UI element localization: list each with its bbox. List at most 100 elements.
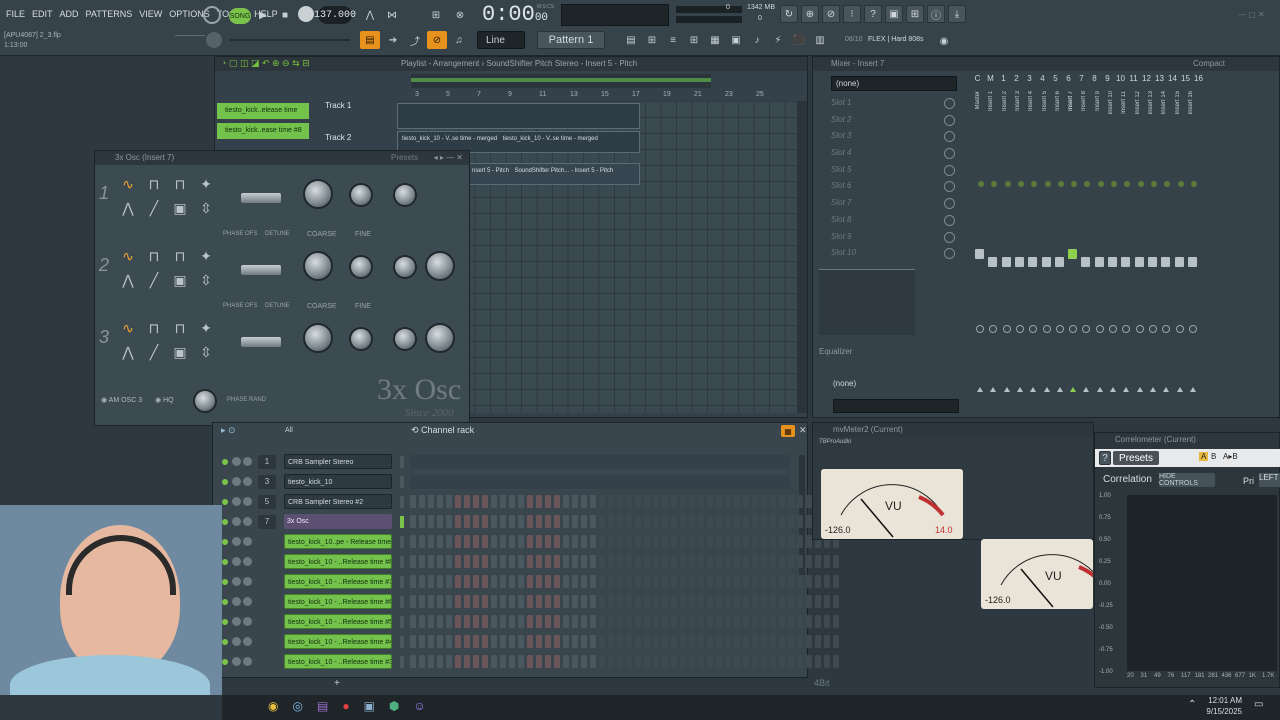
step-button[interactable] bbox=[572, 515, 578, 528]
step-button[interactable] bbox=[608, 615, 614, 628]
channel-name-button[interactable]: tiesto_kick_10 - ..Release time #5 bbox=[284, 614, 392, 629]
step-button[interactable] bbox=[626, 615, 632, 628]
step-button[interactable] bbox=[680, 615, 686, 628]
step-button[interactable] bbox=[716, 535, 722, 548]
step-button[interactable] bbox=[554, 515, 560, 528]
step-button[interactable] bbox=[743, 495, 749, 508]
stop-icon[interactable]: ■ bbox=[276, 6, 294, 24]
strip-name[interactable]: Insert 7 bbox=[1068, 91, 1074, 111]
strip-pan-knob[interactable] bbox=[1069, 325, 1078, 333]
strip-pan-knob[interactable] bbox=[1148, 325, 1157, 333]
channel-mixer-track[interactable]: 1 bbox=[258, 455, 276, 469]
strip-pan-knob[interactable] bbox=[1122, 325, 1131, 333]
step-button[interactable] bbox=[536, 515, 542, 528]
step-button[interactable] bbox=[662, 495, 668, 508]
step-button[interactable] bbox=[716, 575, 722, 588]
step-button[interactable] bbox=[473, 595, 479, 608]
step-button[interactable] bbox=[815, 595, 821, 608]
step-button[interactable] bbox=[599, 575, 605, 588]
step-button[interactable] bbox=[464, 555, 470, 568]
step-button[interactable] bbox=[491, 495, 497, 508]
step-button[interactable] bbox=[590, 615, 596, 628]
step-button[interactable] bbox=[545, 595, 551, 608]
strip-fader[interactable] bbox=[1134, 257, 1144, 267]
channel-select-led[interactable] bbox=[400, 536, 404, 548]
channel-vol-knob[interactable] bbox=[243, 497, 252, 506]
step-button[interactable] bbox=[626, 595, 632, 608]
step-button[interactable] bbox=[545, 535, 551, 548]
strip-fader[interactable] bbox=[1108, 257, 1117, 267]
step-button[interactable] bbox=[563, 515, 569, 528]
step-button[interactable] bbox=[824, 575, 830, 588]
menu-patterns[interactable]: PATTERNS bbox=[86, 9, 133, 19]
step-button[interactable] bbox=[410, 615, 416, 628]
view-icon-8[interactable]: ⬛ bbox=[790, 31, 808, 49]
menu-view[interactable]: VIEW bbox=[139, 9, 162, 19]
channel-select-led[interactable] bbox=[400, 556, 404, 568]
fx-slot[interactable]: Slot 6 bbox=[819, 178, 963, 195]
countdown-icon[interactable]: ⋈ bbox=[382, 6, 402, 24]
step-button[interactable] bbox=[482, 655, 488, 668]
step-button[interactable] bbox=[626, 555, 632, 568]
step-button[interactable] bbox=[734, 555, 740, 568]
fx-slot-mix-knob[interactable] bbox=[944, 198, 955, 210]
step-button[interactable] bbox=[518, 615, 524, 628]
step-button[interactable] bbox=[437, 575, 443, 588]
step-button[interactable] bbox=[752, 495, 758, 508]
step-button[interactable] bbox=[779, 655, 785, 668]
step-button[interactable] bbox=[509, 635, 515, 648]
channel-pan-knob[interactable] bbox=[232, 617, 241, 626]
step-button[interactable] bbox=[617, 535, 623, 548]
step-button[interactable] bbox=[554, 615, 560, 628]
step-button[interactable] bbox=[626, 635, 632, 648]
step-button[interactable] bbox=[464, 615, 470, 628]
step-button[interactable] bbox=[437, 535, 443, 548]
step-button[interactable] bbox=[797, 615, 803, 628]
channel-name-button[interactable]: 3x Osc bbox=[284, 514, 392, 529]
strip-send-indicator[interactable] bbox=[1164, 181, 1171, 187]
step-button[interactable] bbox=[563, 635, 569, 648]
step-button[interactable] bbox=[761, 575, 767, 588]
step-button[interactable] bbox=[518, 575, 524, 588]
step-button[interactable] bbox=[500, 575, 506, 588]
step-button[interactable] bbox=[806, 635, 812, 648]
step-button[interactable] bbox=[446, 615, 452, 628]
strip-fader[interactable] bbox=[1014, 257, 1024, 267]
strip-route-arrow[interactable] bbox=[1083, 387, 1090, 392]
step-button[interactable] bbox=[698, 495, 704, 508]
step-button[interactable] bbox=[536, 575, 542, 588]
step-button[interactable] bbox=[617, 655, 623, 668]
step-button[interactable] bbox=[464, 515, 470, 528]
step-button[interactable] bbox=[464, 495, 470, 508]
step-button[interactable] bbox=[716, 515, 722, 528]
step-button[interactable] bbox=[455, 535, 461, 548]
fx-slot[interactable]: Slot 5 bbox=[819, 162, 963, 179]
step-button[interactable] bbox=[635, 535, 641, 548]
global-icon-5[interactable]: ▣ bbox=[885, 5, 903, 23]
step-button[interactable] bbox=[644, 655, 650, 668]
step-button[interactable] bbox=[797, 635, 803, 648]
step-button[interactable] bbox=[671, 635, 677, 648]
step-button[interactable] bbox=[662, 615, 668, 628]
step-button[interactable] bbox=[509, 555, 515, 568]
pattern-item[interactable]: tiesto_kick..elease time bbox=[217, 103, 309, 119]
step-button[interactable] bbox=[806, 555, 812, 568]
step-button[interactable] bbox=[491, 535, 497, 548]
step-button[interactable] bbox=[599, 535, 605, 548]
channel-mute-led[interactable] bbox=[222, 459, 228, 465]
strip-pan-knob[interactable] bbox=[1095, 325, 1104, 333]
step-button[interactable] bbox=[815, 635, 821, 648]
wave-shape-icon[interactable]: ╱ bbox=[145, 199, 163, 217]
fx-slot[interactable]: Slot 4 bbox=[819, 145, 963, 162]
strip-name[interactable]: Insert 16 bbox=[1188, 91, 1194, 114]
channel-pan-knob[interactable] bbox=[232, 657, 241, 666]
step-button[interactable] bbox=[824, 595, 830, 608]
wave-shape-icon[interactable]: ⊓ bbox=[171, 175, 189, 193]
strip-fader[interactable] bbox=[988, 257, 998, 267]
step-button[interactable] bbox=[806, 615, 812, 628]
step-button[interactable] bbox=[455, 515, 461, 528]
step-button[interactable] bbox=[527, 535, 533, 548]
step-button[interactable] bbox=[419, 535, 425, 548]
step-sequencer-icon[interactable]: ▦ bbox=[781, 425, 795, 437]
step-button[interactable] bbox=[428, 555, 434, 568]
